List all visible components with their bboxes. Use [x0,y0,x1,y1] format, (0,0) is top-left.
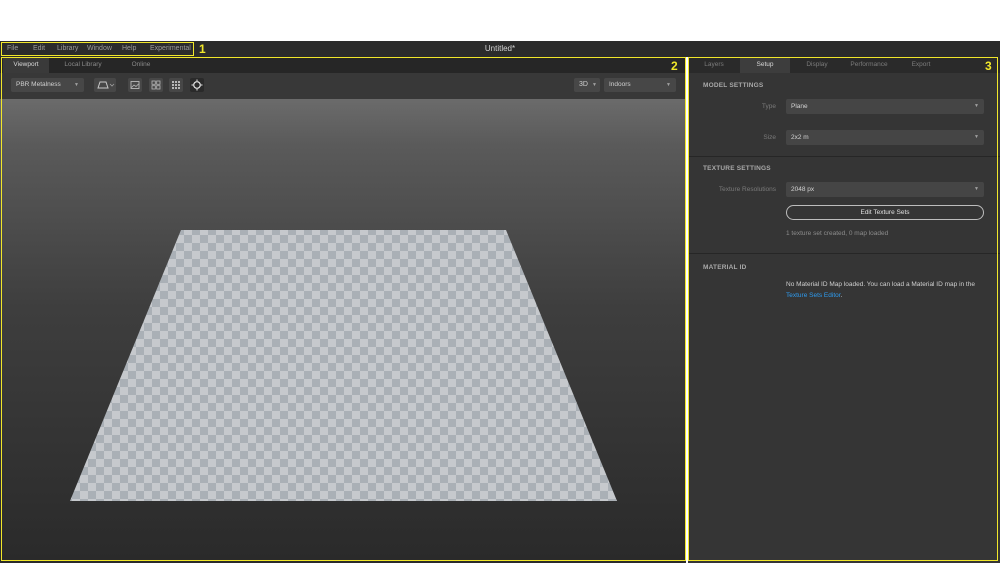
tab-setup[interactable]: Setup [740,57,790,73]
tab-viewport[interactable]: Viewport [3,57,49,73]
chevron-down-icon: ▼ [592,82,597,88]
menu-bar: File Edit Library Window Help Experiment… [0,41,1000,57]
material-id-message-text: No Material ID Map loaded. You can load … [786,281,975,288]
chevron-down-icon: ▼ [74,82,79,88]
tab-layers[interactable]: Layers [690,57,738,73]
size-label: Size [763,134,776,141]
tab-online[interactable]: Online [118,57,164,73]
window-title: Untitled* [484,44,516,53]
material-id-title: MATERIAL ID [703,264,747,271]
texture-resolution-dropdown[interactable]: 2048 px ▼ [786,182,984,197]
environment-value: Indoors [609,81,631,88]
light-icon [191,79,203,91]
viewport-tab-bar: Viewport Local Library Online [0,57,686,73]
properties-tab-bar: Layers Setup Display Performance Export [688,57,1000,73]
grid-3x3-icon [172,81,180,89]
camera-perspective-icon [97,81,115,89]
model-settings-title: MODEL SETTINGS [703,82,764,89]
material-id-message-suffix: . [840,292,843,299]
tab-display[interactable]: Display [792,57,842,73]
texture-resolution-label: Texture Resolutions [718,186,776,193]
3d-plane-mesh [70,230,617,501]
light-button[interactable] [190,78,204,92]
texture-settings-title: TEXTURE SETTINGS [703,165,771,172]
environment-dropdown[interactable]: Indoors ▼ [604,78,676,92]
chevron-down-icon: ▼ [974,186,979,192]
viewport-panel: Viewport Local Library Online PBR Metaln… [0,57,686,563]
camera-perspective-button[interactable] [94,78,116,92]
checkerboard-plane [70,230,617,501]
shader-dropdown-value: PBR Metalness [16,81,61,88]
size-dropdown[interactable]: 2x2 m ▼ [786,130,984,145]
chevron-down-icon: ▼ [666,82,671,88]
viewport-toolbar: PBR Metalness ▼ 3D ▼ Indoors ▼ [0,73,686,99]
texture-resolution-value: 2048 px [791,186,815,193]
size-value: 2x2 m [791,134,809,141]
view-mode-value: 3D [579,81,588,88]
view-mode-dropdown[interactable]: 3D ▼ [574,78,600,92]
properties-panel: Layers Setup Display Performance Export … [688,57,1000,563]
annotation-label-2: 2 [671,59,678,73]
section-divider [688,156,1000,157]
texture-sets-editor-link[interactable]: Texture Sets Editor [786,292,841,299]
viewport-canvas[interactable] [0,99,686,563]
texture-status-text: 1 texture set created, 0 map loaded [786,230,889,237]
annotation-label-1: 1 [199,42,206,56]
section-divider [688,253,1000,254]
type-dropdown[interactable]: Plane ▼ [786,99,984,114]
tab-export[interactable]: Export [896,57,946,73]
chevron-down-icon: ▼ [974,134,979,140]
tab-local-library[interactable]: Local Library [55,57,111,73]
material-id-message: No Material ID Map loaded. You can load … [786,279,991,301]
type-label: Type [761,103,776,110]
image-icon [130,81,140,89]
image-view-button[interactable] [128,78,142,92]
annotation-label-3: 3 [985,59,992,73]
grid-2x2-icon [151,80,161,90]
chevron-down-icon: ▼ [974,103,979,109]
edit-texture-sets-button[interactable]: Edit Texture Sets [786,205,984,220]
type-value: Plane [791,103,808,110]
grid-3x3-button[interactable] [169,78,183,92]
tab-performance[interactable]: Performance [844,57,894,73]
grid-2x2-button[interactable] [149,78,163,92]
shader-dropdown[interactable]: PBR Metalness ▼ [11,78,84,92]
